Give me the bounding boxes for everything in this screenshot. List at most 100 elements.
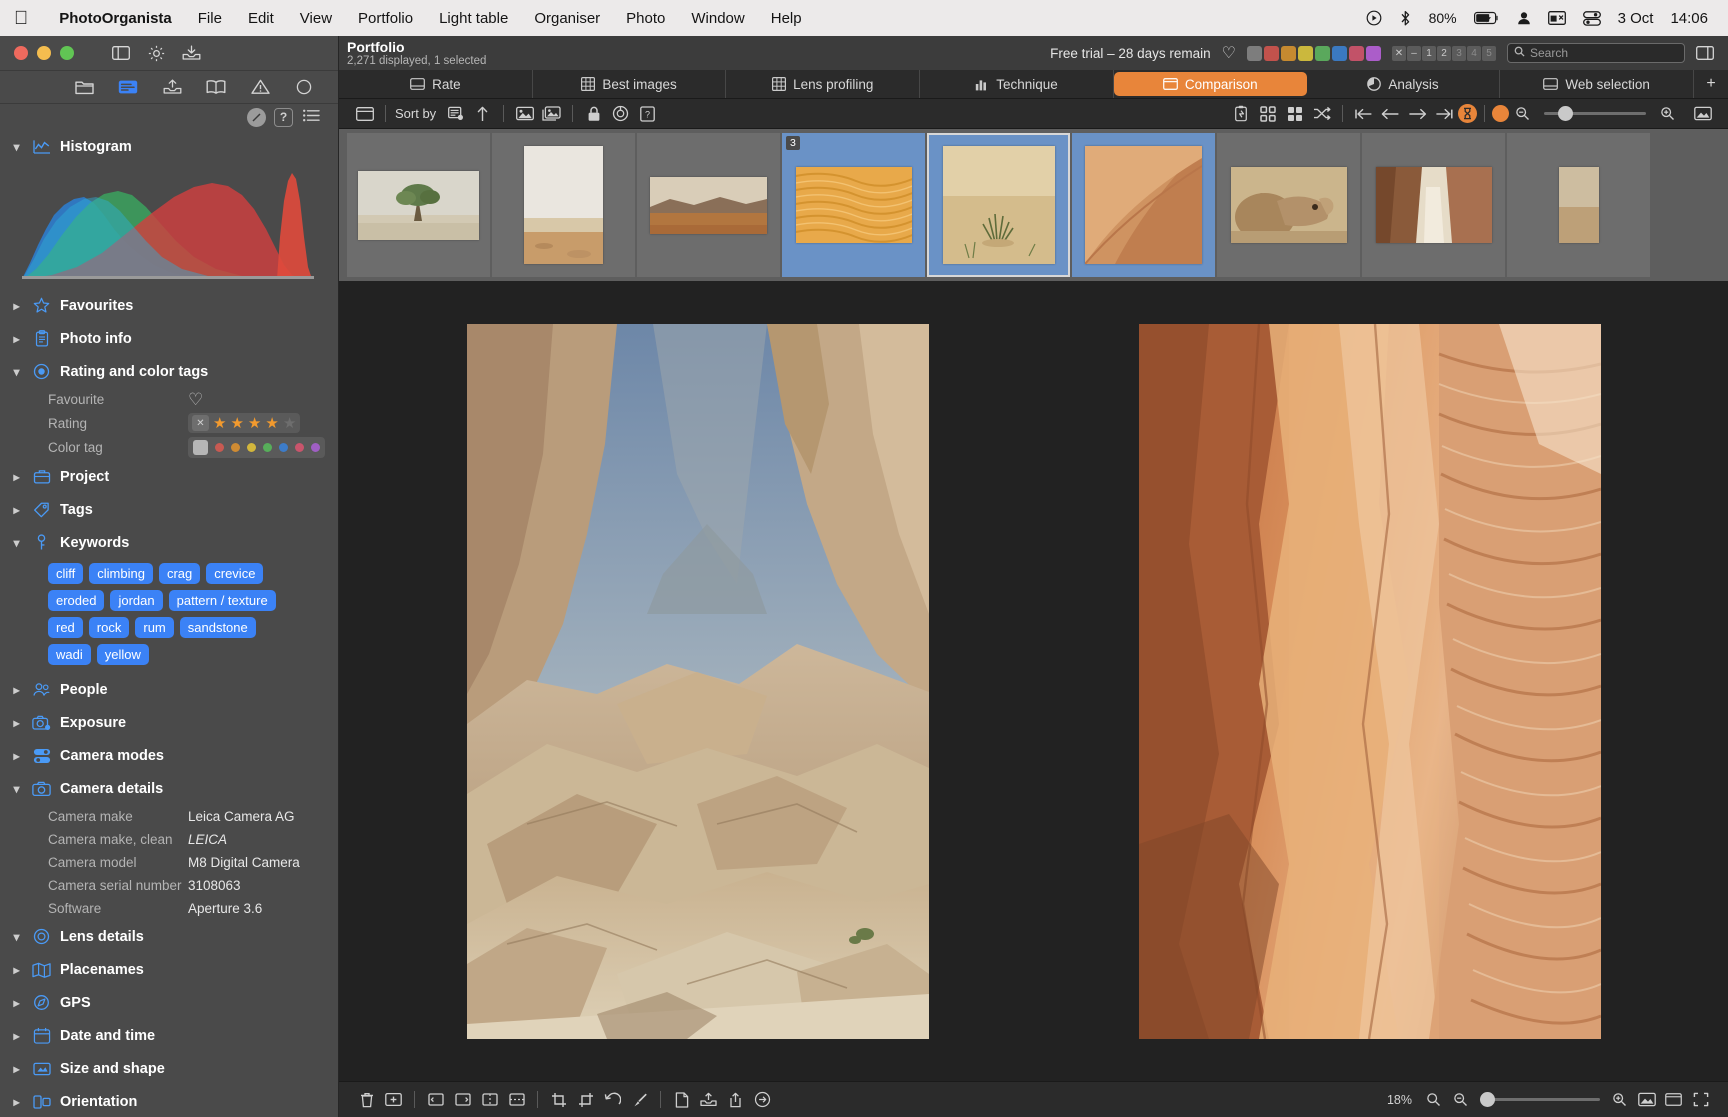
brush-icon[interactable] <box>626 1089 653 1111</box>
sidebar-section-date-and-time[interactable]: ▸ Date and time <box>0 1019 338 1052</box>
rotate-left-icon[interactable] <box>422 1089 449 1111</box>
maximize-button[interactable] <box>60 46 74 60</box>
comparison-viewer[interactable] <box>339 281 1728 1081</box>
grid-4-icon[interactable] <box>1254 103 1281 125</box>
keyword-chip[interactable]: sandstone <box>179 617 256 638</box>
star-1-icon[interactable]: ★ <box>213 416 226 431</box>
prev-icon[interactable] <box>1377 103 1404 125</box>
play-circle-icon[interactable] <box>1366 10 1382 26</box>
color-tag-yellow[interactable] <box>247 443 256 452</box>
dot-icon[interactable] <box>1492 105 1509 122</box>
sidebar-section-project[interactable]: ▸ Project <box>0 460 338 493</box>
menu-item-view[interactable]: View <box>287 10 345 27</box>
question-box-icon[interactable]: ? <box>634 103 661 125</box>
swatch-green[interactable] <box>1315 45 1330 61</box>
fullscreen-icon[interactable] <box>1689 103 1716 125</box>
swatch-purple[interactable] <box>1366 45 1381 61</box>
filmstrip-item-orange-dune-ripples[interactable]: 3 <box>782 133 925 277</box>
star-5-icon[interactable]: ★ <box>283 416 296 431</box>
star-3-icon[interactable]: ★ <box>248 416 261 431</box>
sidebar-section-lens-details[interactable]: ▾ Lens details <box>0 920 338 953</box>
tab-best-images[interactable]: Best images <box>533 70 727 98</box>
rate-box-2[interactable]: 2 <box>1437 45 1451 61</box>
keyword-chip[interactable]: rum <box>135 617 174 638</box>
menu-item-organiser[interactable]: Organiser <box>521 10 613 27</box>
edit-pencil-icon[interactable] <box>247 107 266 127</box>
list-icon[interactable] <box>303 109 320 125</box>
rating-row[interactable]: Rating ✕ ★ ★ ★ ★ ★ <box>0 411 338 435</box>
sidebar-section-exposure[interactable]: ▸ Exposure <box>0 706 338 739</box>
keyword-chip[interactable]: eroded <box>48 590 105 611</box>
sidebar-section-rating-color-tags[interactable]: ▾ Rating and color tags <box>0 355 338 388</box>
rating-filter-boxes[interactable]: ✕ – 1 2 3 4 5 <box>1392 45 1496 61</box>
sidebar-section-gps[interactable]: ▸ GPS <box>0 986 338 1019</box>
star-2-icon[interactable]: ★ <box>230 416 243 431</box>
menu-item-edit[interactable]: Edit <box>235 10 287 27</box>
crop-icon[interactable] <box>545 1089 572 1111</box>
export-icon[interactable] <box>160 76 184 98</box>
filmstrip-item-hazy-desert[interactable] <box>492 133 635 277</box>
screen-icon[interactable] <box>1547 11 1566 25</box>
comparison-image-right[interactable] <box>1138 323 1601 1039</box>
filmstrip-item-slot-canyon[interactable] <box>1362 133 1505 277</box>
upload-icon[interactable] <box>695 1089 722 1111</box>
menu-item-help[interactable]: Help <box>758 10 815 27</box>
undo-icon[interactable] <box>599 1089 626 1111</box>
filmstrip-item-desert-tree[interactable] <box>347 133 490 277</box>
lock-icon[interactable] <box>580 103 607 125</box>
next-icon[interactable] <box>1404 103 1431 125</box>
heart-icon[interactable]: ♡ <box>188 391 203 408</box>
color-tag-none[interactable] <box>193 440 208 455</box>
rating-clear-icon[interactable]: ✕ <box>192 415 209 431</box>
filmstrip-icon[interactable] <box>1227 103 1254 125</box>
keyword-chip[interactable]: yellow <box>96 644 149 665</box>
keyword-chip[interactable]: climbing <box>89 563 153 584</box>
sidebar-section-histogram[interactable]: ▾ Histogram <box>0 130 338 163</box>
swatch-orange[interactable] <box>1281 45 1296 61</box>
keyword-chip[interactable]: red <box>48 617 83 638</box>
panel-toggle-icon[interactable] <box>108 42 134 64</box>
share-icon[interactable] <box>722 1089 749 1111</box>
zoom-out-icon[interactable] <box>1447 1089 1474 1111</box>
keyword-chip[interactable]: cliff <box>48 563 84 584</box>
filmstrip-item-camel-portrait[interactable] <box>1217 133 1360 277</box>
crop-alt-icon[interactable] <box>572 1089 599 1111</box>
fit-icon[interactable] <box>1633 1089 1660 1111</box>
color-tag-row[interactable]: Color tag <box>0 435 338 460</box>
add-album-icon[interactable] <box>380 1089 407 1111</box>
rate-box-3[interactable]: 3 <box>1452 45 1466 61</box>
control-center-icon[interactable] <box>1582 10 1601 26</box>
arrow-right-icon[interactable] <box>749 1089 776 1111</box>
swatch-none[interactable] <box>1247 45 1262 61</box>
grid-2-icon[interactable] <box>1281 103 1308 125</box>
close-button[interactable] <box>14 46 28 60</box>
trash-icon[interactable] <box>353 1089 380 1111</box>
folder-icon[interactable] <box>72 76 96 98</box>
favourite-row[interactable]: Favourite ♡ <box>0 388 338 411</box>
filmstrip-item-dune-ridge[interactable] <box>1072 133 1215 277</box>
keyword-chip[interactable]: crag <box>158 563 201 584</box>
zoom-slider[interactable] <box>1544 106 1646 121</box>
menubar-date[interactable]: 3 Oct <box>1618 10 1654 27</box>
sort-asc-arrow-icon[interactable] <box>469 103 496 125</box>
color-tag-red[interactable] <box>215 443 224 452</box>
sort-field-icon[interactable] <box>442 103 469 125</box>
swatch-blue[interactable] <box>1332 45 1347 61</box>
help-icon[interactable]: ? <box>274 107 293 127</box>
image-icon[interactable] <box>511 103 538 125</box>
menu-item-photo[interactable]: Photo <box>613 10 678 27</box>
tab-analysis[interactable]: Analysis <box>1307 70 1501 98</box>
layout-icon[interactable] <box>351 103 378 125</box>
color-tag-blue[interactable] <box>279 443 288 452</box>
bluetooth-icon[interactable] <box>1399 10 1412 27</box>
flip-h-icon[interactable] <box>476 1089 503 1111</box>
color-tag-picker[interactable] <box>188 437 325 458</box>
rate-box-5[interactable]: 5 <box>1482 45 1496 61</box>
sidebar-sections[interactable]: ▾ Histogram ▸ Favourites ▸ Photo info ▾ … <box>0 130 338 1117</box>
gear-icon[interactable] <box>143 42 169 64</box>
filmstrip-item-partial-thumb[interactable] <box>1507 133 1650 277</box>
swatch-yellow[interactable] <box>1298 45 1313 61</box>
sidebar-section-camera-modes[interactable]: ▸ Camera modes <box>0 739 338 772</box>
keyword-chip[interactable]: crevice <box>206 563 264 584</box>
color-tag-purple[interactable] <box>311 443 320 452</box>
